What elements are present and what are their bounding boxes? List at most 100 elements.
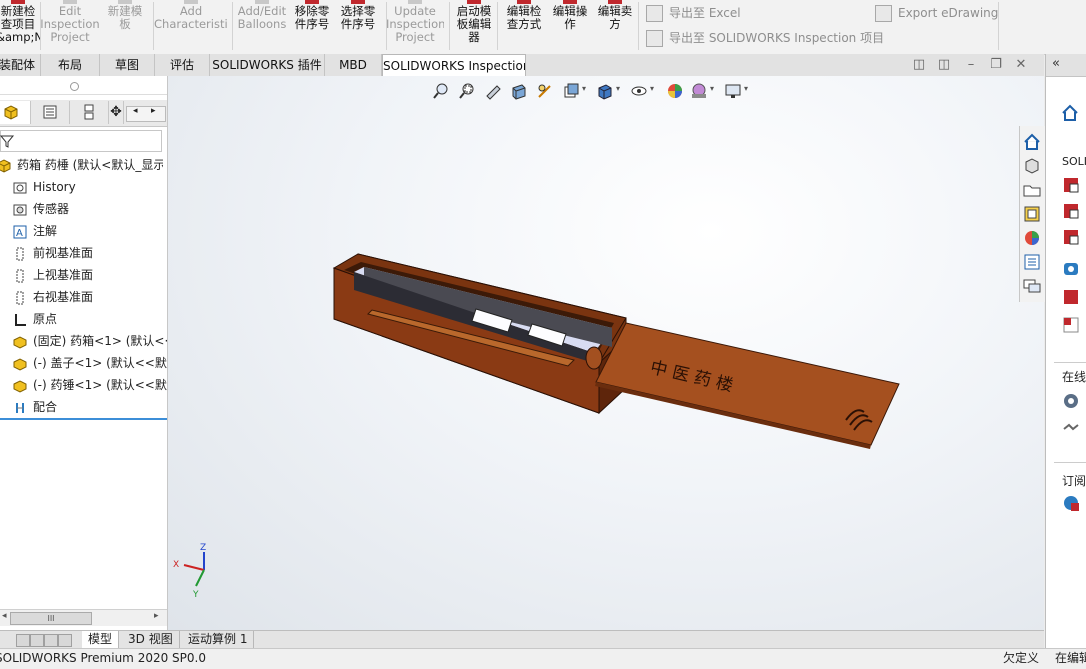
community-icon[interactable] [1062,392,1080,410]
home-icon[interactable] [1060,103,1080,123]
hscroll-left-icon[interactable]: ◂ [2,611,7,621]
hscroll-thumb[interactable]: III [10,612,92,625]
select-balloon-button[interactable]: 选择零 件序号 [336,0,380,50]
new-template-button[interactable]: 新建模 板 [104,0,146,50]
ribbon-separator [232,2,233,50]
restore-icon[interactable]: ❐ [989,58,1003,72]
history-icon [13,182,27,193]
tab-solidworks-addins[interactable]: SOLIDWORKS 插件 [210,54,325,76]
part-icon [13,335,27,349]
tab-motion-study[interactable]: 运动算例 1 [182,631,255,648]
tree-item-label: (-) 药锤<1> (默认<<默 [33,378,167,392]
tree-item-top-plane[interactable]: 上视基准面 [0,264,167,286]
add-edit-balloons-button[interactable]: Add/Edit Balloons [234,0,290,50]
tab-evaluate[interactable]: 评估 [155,54,210,76]
home-icon[interactable] [1022,132,1042,152]
subscription-icon[interactable] [1062,494,1080,512]
tree-item-history[interactable]: History [0,176,167,198]
forum-icon[interactable] [1022,276,1042,296]
last-tab-icon[interactable] [58,634,72,647]
graphics-area[interactable]: ▾ ▾ ▾ ▾ ▾ 中 医 药 楼 Z X Y [168,76,1044,630]
tree-item-mates[interactable]: 配合 [0,396,167,420]
tree-item-origin[interactable]: 原点 [0,308,167,330]
tree-item-label: 配合 [33,400,58,414]
tree-item-component-pestle[interactable]: (-) 药锤<1> (默认<<默 [0,374,167,396]
minimize-icon[interactable]: – [964,58,978,72]
new-inspection-project-button[interactable]: 新建检 查项目 &amp;N) [0,0,40,50]
panel-horizontal-scrollbar[interactable]: ◂ III ▸ [0,609,167,626]
ribbon-separator [386,2,387,50]
tab-layout[interactable]: 布局 [41,54,100,76]
export-edrawing-button[interactable]: Export eDrawing [875,3,998,23]
tree-root-assembly[interactable]: 药箱 药棰 (默认<默认_显示 [0,154,163,176]
hscroll-right-icon[interactable]: ▸ [154,611,159,621]
tree-item-sensors[interactable]: 传感器 [0,198,167,220]
resource-icon[interactable] [1062,202,1080,220]
feature-manager-tab[interactable] [0,101,31,124]
tree-item-component-box[interactable]: (固定) 药箱<1> (默认<· [0,330,168,352]
configuration-manager-tab[interactable] [70,101,109,124]
tree-item-right-plane[interactable]: 右视基准面 [0,286,167,308]
panel-grip-icon[interactable] [70,82,79,91]
remove-balloon-button[interactable]: 移除零 件序号 [290,0,334,50]
sliding-lid[interactable] [595,322,900,449]
add-characteristic-button[interactable]: Add Characteristic [154,0,228,50]
resource-icon[interactable] [1062,316,1080,334]
ribbon-button-label: Update Inspection Project [386,4,444,44]
edit-vendor-button[interactable]: 编辑卖 方 [593,0,637,50]
dimxpert-tab[interactable]: ✥ [109,101,124,124]
next-tab-icon[interactable] [44,634,58,647]
tile-right-icon[interactable]: ◫ [937,58,951,72]
first-tab-icon[interactable] [16,634,30,647]
prev-tab-icon[interactable] [30,634,44,647]
export-sw-inspection-button[interactable]: 导出至 SOLIDWORKS Inspection 项目 [646,28,884,48]
tree-item-label: (-) 盖子<1> (默认<<默 [33,356,167,370]
plane-icon [16,269,24,282]
plane-icon [16,291,24,304]
edit-inspection-project-button[interactable]: Edit Inspection Project [40,0,100,50]
tab-solidworks-inspection[interactable]: SOLIDWORKS Inspection [382,54,526,78]
collapse-task-pane-icon[interactable]: « [1052,56,1060,71]
edit-operation-button[interactable]: 编辑操 作 [548,0,592,50]
resource-icon[interactable] [1062,228,1080,246]
tab-assembly[interactable]: 装配体 [0,54,41,76]
appearances-icon[interactable] [1022,228,1042,248]
custom-properties-icon[interactable] [1022,252,1042,272]
partner-icon[interactable] [1062,420,1080,438]
scroll-right-icon[interactable]: ▸ [151,106,156,116]
tab-sketch[interactable]: 草图 [100,54,155,76]
command-manager-tabs: 装配体 布局 草图 评估 SOLIDWORKS 插件 MBD SOLIDWORK… [0,54,1044,78]
ribbon-button-label: 移除零 件序号 [294,4,330,31]
tree-item-component-lid[interactable]: (-) 盖子<1> (默认<<默 [0,352,167,374]
part-icon [13,357,27,371]
scroll-left-icon[interactable]: ◂ [133,106,138,116]
tree-item-label: (固定) 药箱<1> (默认<· [33,334,168,348]
edit-inspection-method-button[interactable]: 编辑检 查方式 [500,0,548,50]
tree-item-annotations[interactable]: A 注解 [0,220,167,242]
tile-left-icon[interactable]: ◫ [912,58,926,72]
triad-z-label: Z [200,543,207,553]
resource-icon[interactable] [1062,176,1080,194]
update-inspection-project-button[interactable]: Update Inspection Project [386,0,444,50]
task-pane: « SOLI 在线 订阅 [1045,54,1086,648]
tree-item-label: 注解 [33,224,58,238]
tab-model[interactable]: 模型 [82,631,120,648]
model-view[interactable] [168,76,1044,630]
filter-field[interactable] [0,130,162,152]
close-icon[interactable]: ✕ [1014,58,1028,72]
tree-item-front-plane[interactable]: 前视基准面 [0,242,167,264]
tab-mbd[interactable]: MBD [325,54,382,76]
tree-item-label: 前视基准面 [33,246,94,260]
design-library-icon[interactable] [1022,156,1042,176]
launch-template-editor-button[interactable]: 启动模 板编辑 器 [450,0,498,50]
export-excel-button[interactable]: 导出至 Excel [646,3,741,23]
tab-3d-views[interactable]: 3D 视图 [122,631,180,648]
editing-status: 在编辑 [1055,651,1086,665]
property-manager-tab[interactable] [31,101,70,124]
file-explorer-icon[interactable] [1022,180,1042,200]
view-palette-icon[interactable] [1022,204,1042,224]
resource-icon[interactable] [1062,288,1080,306]
resource-icon[interactable] [1062,260,1080,278]
medicine-box-body[interactable] [332,253,627,415]
task-pane-tabs [1019,126,1046,302]
